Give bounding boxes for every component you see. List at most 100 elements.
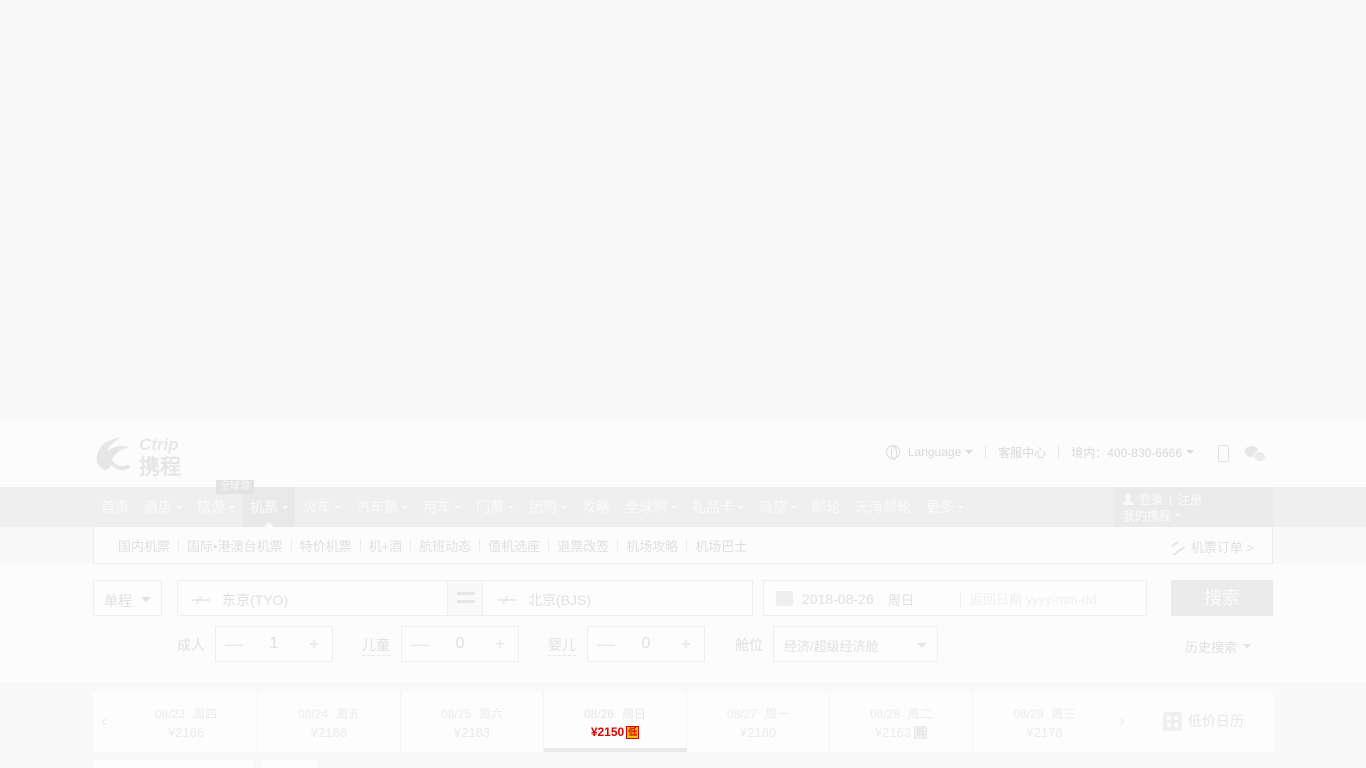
wechat-icon[interactable]: [1245, 446, 1266, 462]
nav-item-label: 天海邮轮: [855, 499, 911, 515]
prev-dates-button[interactable]: ‹: [93, 692, 115, 752]
nav-item[interactable]: 攻略: [574, 487, 617, 527]
low-price-calendar-button[interactable]: 低价日历: [1163, 711, 1244, 731]
language-selector[interactable]: Language: [885, 445, 974, 460]
weekday-value: 周日: [622, 707, 647, 721]
low-price-calendar-label: 低价日历: [1188, 713, 1244, 729]
date-value: 08/29: [1013, 707, 1044, 721]
trip-type-value: 单程: [104, 593, 132, 609]
sub-nav-item[interactable]: 国际•港澳台机票: [187, 536, 283, 555]
date-label: 08/24 周五: [258, 705, 400, 722]
date-price-cell[interactable]: 08/23 周四 ¥2166: [115, 692, 258, 752]
divider: [548, 539, 550, 551]
nav-item-label: 首页: [101, 499, 129, 515]
adults-plus-button[interactable]: +: [296, 634, 332, 655]
sub-nav-item[interactable]: 航班动态: [419, 536, 471, 555]
my-trips-menu[interactable]: 我的携程: [1123, 507, 1273, 523]
nav-item-label: 火车: [303, 499, 331, 515]
low-price-tag: 低: [626, 725, 640, 739]
children-count[interactable]: 0: [438, 635, 482, 653]
ctrip-logo[interactable]: Ctrip 携程: [93, 432, 213, 478]
search-button[interactable]: 搜索: [1171, 580, 1273, 616]
departure-city-input[interactable]: 东京(TYO): [192, 590, 288, 610]
nav-item[interactable]: 首页: [93, 487, 136, 527]
children-minus-button[interactable]: —: [402, 634, 438, 655]
infants-plus-button[interactable]: +: [668, 634, 704, 655]
nav-item[interactable]: 酒店: [136, 487, 189, 527]
result-tab[interactable]: [93, 760, 253, 768]
sub-nav-item[interactable]: 退票改签: [557, 536, 609, 555]
nav-item[interactable]: 火车: [295, 487, 348, 527]
city-selector: 东京(TYO) 北京(BJS): [177, 580, 753, 616]
nav-item[interactable]: 邮轮: [804, 487, 847, 527]
infants-minus-button[interactable]: —: [588, 634, 624, 655]
nav-item-label: 邮轮: [812, 499, 840, 515]
register-link[interactable]: 注册: [1178, 491, 1202, 508]
departure-date-input[interactable]: 2018-08-26: [802, 591, 874, 607]
nav-item[interactable]: 门票: [468, 487, 521, 527]
trip-type-select[interactable]: 单程: [93, 580, 162, 616]
sub-nav-item[interactable]: 机场巴士: [695, 536, 747, 555]
result-tab[interactable]: [263, 760, 317, 768]
date-price-cell[interactable]: 08/29 周三 ¥2178: [973, 692, 1116, 752]
arrival-city-input[interactable]: 北京(BJS): [498, 590, 591, 610]
nav-item[interactable]: 全球购: [617, 487, 684, 527]
login-link[interactable]: 登录: [1139, 491, 1163, 508]
nav-item-label: 用车: [423, 499, 451, 515]
nav-item[interactable]: 汽车票: [348, 487, 415, 527]
flight-search-panel: 单程 东京(TYO) 北京(BJS) 2018-08-26 周日 搜索 成人 —…: [0, 564, 1366, 682]
nav-item[interactable]: 礼品卡: [684, 487, 751, 527]
chevron-down-icon: [791, 505, 797, 509]
sub-nav-item[interactable]: 特价机票: [300, 536, 352, 555]
flight-orders-link[interactable]: 机票订单 >: [1166, 537, 1254, 556]
nav-item-label: 攻略: [582, 499, 610, 515]
login-box: 登录 | 注册 我的携程: [1113, 487, 1273, 527]
cabin-class-select[interactable]: 经济/超级经济舱: [773, 626, 938, 662]
sub-nav-item[interactable]: 国内机票: [118, 536, 170, 555]
next-dates-button[interactable]: ›: [1111, 692, 1133, 752]
chevron-down-icon: [917, 643, 927, 648]
infants-count[interactable]: 0: [624, 635, 668, 653]
hotline-selector[interactable]: 境内：400-830-6666: [1071, 444, 1194, 461]
date-price-cell[interactable]: 08/28 周二 ¥2163 低: [830, 692, 973, 752]
date-price-cell[interactable]: 08/25 周六 ¥2183: [401, 692, 544, 752]
chevron-down-icon: [141, 597, 151, 602]
children-label[interactable]: 儿童: [362, 635, 390, 656]
nav-item[interactable]: 用车: [415, 487, 468, 527]
hotline-label: 境内：400-830-6666: [1071, 445, 1182, 460]
chevron-down-icon: [1243, 644, 1252, 649]
globe-icon: [885, 445, 900, 460]
return-date-input[interactable]: [970, 589, 1130, 609]
search-history-toggle[interactable]: 历史搜索: [1185, 637, 1252, 656]
nav-item[interactable]: 天海邮轮: [847, 487, 918, 527]
result-tabs: [93, 760, 317, 768]
date-price-cell[interactable]: 08/26 周日 ¥2150 低: [544, 692, 687, 752]
swap-cities-button[interactable]: [447, 581, 483, 615]
children-plus-button[interactable]: +: [482, 634, 518, 655]
price-value: ¥2183: [453, 725, 491, 740]
infants-label[interactable]: 婴儿: [548, 635, 576, 656]
nav-item-label: 酒店: [144, 499, 172, 515]
date-value: 08/27: [726, 707, 757, 721]
takeoff-icon: [192, 596, 212, 604]
date-value: 08/23: [154, 707, 185, 721]
calendar-icon: [776, 591, 793, 606]
service-center-link[interactable]: 客服中心: [998, 444, 1046, 461]
weekday-value: 周二: [908, 707, 933, 721]
sub-nav-item[interactable]: 值机选座: [488, 536, 540, 555]
adults-minus-button[interactable]: —: [216, 634, 252, 655]
low-price-tag: 低: [914, 726, 928, 739]
nav-item-label: 礼品卡: [692, 499, 734, 515]
mobile-phone-icon[interactable]: [1218, 445, 1229, 462]
adults-count[interactable]: 1: [252, 635, 296, 653]
date-price-cell[interactable]: 08/24 周五 ¥2166: [258, 692, 401, 752]
nav-item[interactable]: 商旅: [751, 487, 804, 527]
sub-nav-item[interactable]: 机+酒: [369, 536, 403, 555]
nav-item[interactable]: 团购: [521, 487, 574, 527]
chevron-down-icon: [561, 505, 567, 509]
nav-item[interactable]: 更多: [918, 487, 971, 527]
date-price-cell[interactable]: 08/27 周一 ¥2180: [687, 692, 830, 752]
sub-nav-item[interactable]: 机场攻略: [626, 536, 678, 555]
children-stepper: — 0 +: [401, 626, 519, 662]
chevron-down-icon: [958, 505, 964, 509]
